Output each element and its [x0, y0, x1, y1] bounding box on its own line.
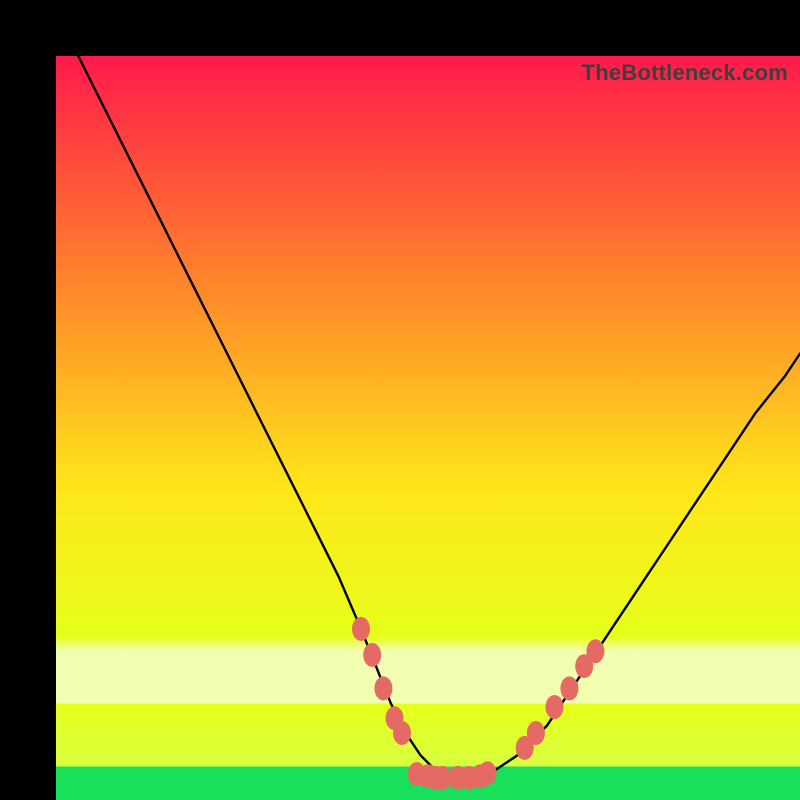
attribution-label: TheBottleneck.com: [582, 60, 788, 86]
highlight-dot: [393, 721, 411, 745]
highlight-dot: [527, 721, 545, 745]
highlight-dot: [363, 643, 381, 667]
plot-area: TheBottleneck.com: [56, 56, 800, 800]
chart-frame: TheBottleneck.com: [0, 0, 800, 800]
highlight-dot: [546, 695, 564, 719]
highlight-dot: [374, 676, 392, 700]
chart-curve-layer: [56, 56, 800, 800]
highlight-dot: [560, 676, 578, 700]
highlight-dot: [479, 761, 497, 785]
highlight-dot: [586, 639, 604, 663]
bottleneck-curve: [78, 56, 800, 778]
highlight-dot: [352, 617, 370, 641]
